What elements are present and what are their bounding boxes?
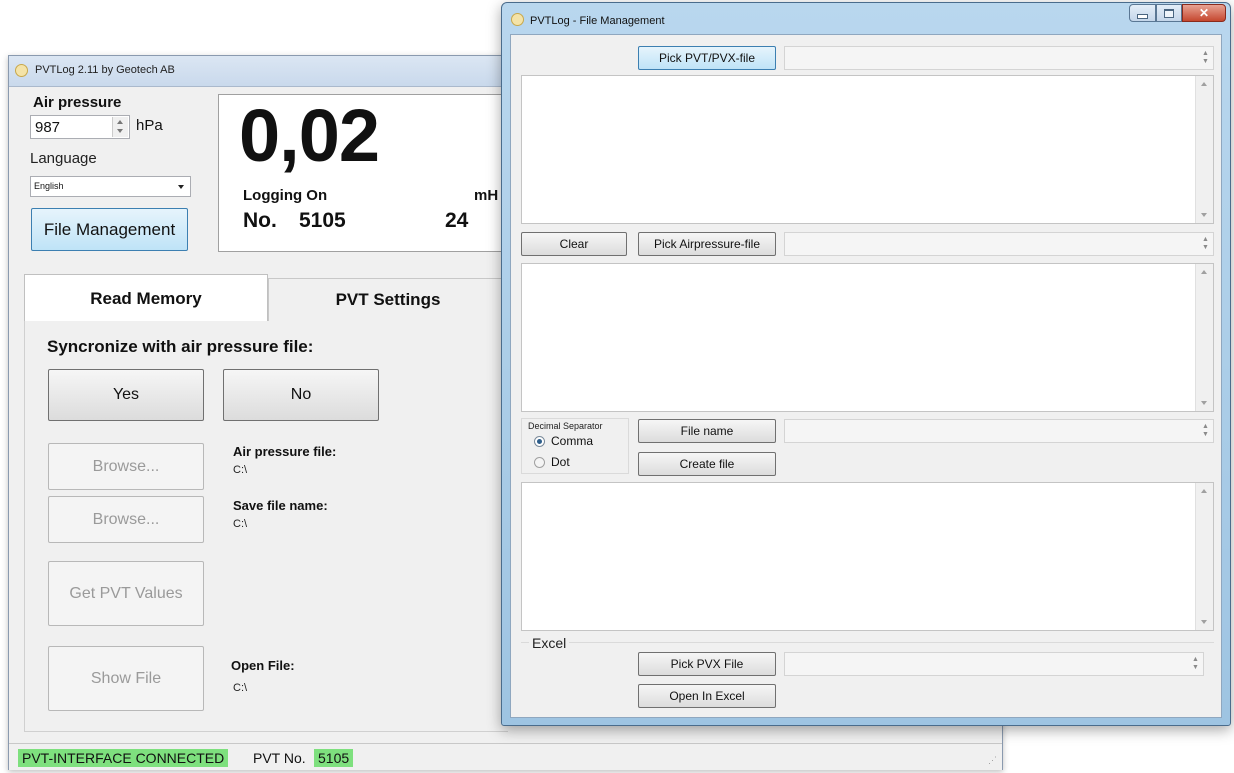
- airpressure-textbox-scrollbar[interactable]: [1195, 264, 1213, 411]
- pick-pvt-file-button[interactable]: Pick PVT/PVX-file: [638, 46, 776, 70]
- spin-down-icon[interactable]: ▼: [1201, 431, 1210, 438]
- pick-airpressure-file-button[interactable]: Pick Airpressure-file: [638, 232, 776, 256]
- air-pressure-value: 987: [35, 119, 61, 136]
- app-icon: [511, 13, 524, 26]
- airpressure-file-path-field[interactable]: ▲ ▼: [784, 232, 1214, 256]
- spin-up-icon[interactable]: [117, 120, 123, 124]
- app-icon: [15, 64, 28, 77]
- second-value: 24: [445, 209, 469, 232]
- status-pvt-label: PVT No.: [253, 750, 306, 766]
- language-label: Language: [30, 150, 97, 167]
- fm-client-area: Pick PVT/PVX-file ▲ ▼ Clear Pick Airpres…: [510, 34, 1222, 718]
- pick-pvx-file-button[interactable]: Pick PVX File: [638, 652, 776, 676]
- number-label: No.: [243, 209, 277, 232]
- open-file-value: C:\: [233, 682, 248, 694]
- file-name-field[interactable]: ▲ ▼: [784, 419, 1214, 443]
- pvt-file-textbox[interactable]: [521, 75, 1214, 224]
- sync-heading: Syncronize with air pressure file:: [47, 337, 314, 356]
- scroll-up-icon[interactable]: [1201, 270, 1207, 274]
- browse-air-pressure-button[interactable]: Browse...: [48, 443, 204, 490]
- status-pvt-value: 5105: [314, 749, 354, 767]
- spin-down-icon[interactable]: ▼: [1201, 58, 1210, 65]
- spin-down-icon[interactable]: [117, 129, 123, 133]
- spin-up-icon[interactable]: ▲: [1201, 423, 1210, 430]
- close-icon: ✕: [1198, 6, 1210, 20]
- radio-comma[interactable]: [534, 436, 545, 447]
- status-bar: PVT-INTERFACE CONNECTED PVT No. 5105 ⋰: [9, 743, 1002, 770]
- resize-grip-icon[interactable]: ⋰: [988, 755, 997, 766]
- unit-label: mH: [474, 187, 499, 204]
- language-select[interactable]: English: [30, 176, 191, 197]
- save-file-label: Save file name:: [233, 498, 328, 513]
- tab-pvt-settings[interactable]: PVT Settings: [268, 278, 508, 321]
- yes-button[interactable]: Yes: [48, 369, 204, 421]
- spin-up-icon[interactable]: ▲: [1201, 50, 1210, 57]
- air-pressure-file-value: C:\: [233, 464, 248, 476]
- save-file-value: C:\: [233, 518, 248, 530]
- pvx-file-path-field[interactable]: ▲ ▼: [784, 652, 1204, 676]
- air-pressure-unit: hPa: [136, 117, 163, 134]
- radio-dot[interactable]: [534, 457, 545, 468]
- output-file-textbox[interactable]: [521, 482, 1214, 631]
- radio-selected-dot: [537, 439, 542, 444]
- radio-comma-label[interactable]: Comma: [551, 434, 593, 448]
- fm-window-title: PVTLog - File Management: [530, 15, 665, 27]
- scroll-down-icon[interactable]: [1201, 213, 1207, 217]
- value-display-panel: 0,02 Logging On mH No. 5105 24: [218, 94, 508, 252]
- get-pvt-values-button[interactable]: Get PVT Values: [48, 561, 204, 626]
- air-pressure-file-label: Air pressure file:: [233, 444, 337, 459]
- excel-label: Excel: [529, 635, 570, 651]
- air-pressure-input[interactable]: 987: [30, 115, 130, 139]
- pvt-file-path-field[interactable]: ▲ ▼: [784, 46, 1214, 70]
- big-value-display: 0,02: [239, 94, 380, 177]
- number-value: 5105: [299, 209, 346, 232]
- spin-down-icon[interactable]: ▼: [1201, 244, 1210, 251]
- spin-down-icon[interactable]: ▼: [1191, 664, 1200, 671]
- scroll-up-icon[interactable]: [1201, 82, 1207, 86]
- maximize-button[interactable]: [1156, 4, 1182, 22]
- minimize-button[interactable]: [1129, 4, 1156, 22]
- open-in-excel-button[interactable]: Open In Excel: [638, 684, 776, 708]
- status-connected: PVT-INTERFACE CONNECTED: [18, 749, 229, 767]
- no-button[interactable]: No: [223, 369, 379, 421]
- logging-status: Logging On: [243, 187, 328, 204]
- air-pressure-spinner[interactable]: [112, 117, 128, 137]
- chevron-down-icon: [178, 185, 184, 189]
- file-name-button[interactable]: File name: [638, 419, 776, 443]
- maximize-icon: [1164, 8, 1174, 18]
- decimal-separator-label: Decimal Separator: [528, 421, 603, 431]
- create-file-button[interactable]: Create file: [638, 452, 776, 476]
- tab-read-memory[interactable]: Read Memory: [24, 274, 268, 322]
- file-management-window: PVTLog - File Management ✕ Pick PVT/PVX-…: [501, 2, 1231, 726]
- radio-dot-label[interactable]: Dot: [551, 455, 570, 469]
- output-textbox-scrollbar[interactable]: [1195, 483, 1213, 630]
- decimal-separator-group: Decimal Separator Comma Dot: [521, 418, 629, 474]
- airpressure-file-textbox[interactable]: [521, 263, 1214, 412]
- pvt-textbox-scrollbar[interactable]: [1195, 76, 1213, 223]
- open-file-label: Open File:: [231, 658, 295, 673]
- scroll-down-icon[interactable]: [1201, 620, 1207, 624]
- scroll-up-icon[interactable]: [1201, 489, 1207, 493]
- show-file-button[interactable]: Show File: [48, 646, 204, 711]
- main-window-title: PVTLog 2.11 by Geotech AB: [35, 64, 175, 76]
- file-management-button[interactable]: File Management: [31, 208, 188, 251]
- clear-button[interactable]: Clear: [521, 232, 627, 256]
- browse-save-file-button[interactable]: Browse...: [48, 496, 204, 543]
- minimize-icon: [1137, 13, 1148, 19]
- fm-titlebar[interactable]: PVTLog - File Management ✕: [502, 3, 1230, 33]
- language-value: English: [34, 181, 64, 191]
- spin-up-icon[interactable]: ▲: [1191, 656, 1200, 663]
- scroll-down-icon[interactable]: [1201, 401, 1207, 405]
- spin-up-icon[interactable]: ▲: [1201, 236, 1210, 243]
- close-button[interactable]: ✕: [1182, 4, 1226, 22]
- air-pressure-label: Air pressure: [33, 94, 122, 111]
